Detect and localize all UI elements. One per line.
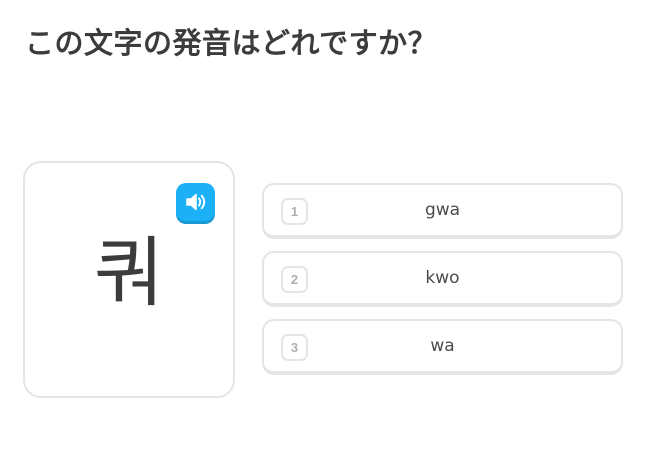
choice-option-2[interactable]: 2 kwo bbox=[262, 251, 623, 307]
choice-label: gwa bbox=[424, 200, 461, 220]
choice-option-3[interactable]: 3 wa bbox=[262, 319, 623, 375]
choice-label: wa bbox=[430, 336, 455, 356]
choice-option-1[interactable]: 1 gwa bbox=[262, 183, 623, 239]
answer-choices: 1 gwa 2 kwo 3 wa bbox=[262, 183, 623, 387]
character-card: 쿼 bbox=[23, 161, 235, 398]
hangul-character: 쿼 bbox=[94, 228, 164, 317]
play-audio-button[interactable] bbox=[176, 183, 215, 221]
choice-label: kwo bbox=[425, 268, 460, 288]
speaker-icon bbox=[185, 192, 207, 212]
question-title: この文字の発音はどれですか？ bbox=[25, 26, 438, 60]
